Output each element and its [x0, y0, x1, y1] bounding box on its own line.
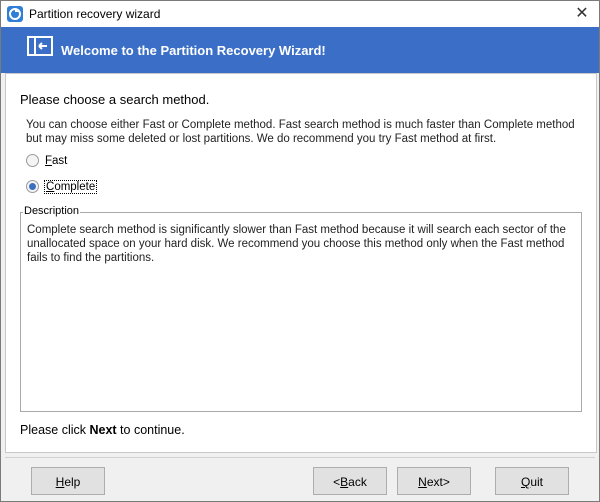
wizard-window: Partition recovery wizard ✕ Welcome to t… [0, 0, 600, 502]
separator [5, 457, 595, 458]
close-button[interactable]: ✕ [565, 1, 599, 27]
complete-option[interactable]: Complete [26, 179, 98, 194]
fast-label[interactable]: Fast [45, 155, 67, 167]
fast-option[interactable]: Fast [26, 154, 67, 167]
window-title: Partition recovery wizard [29, 7, 161, 21]
page-heading: Please choose a search method. [20, 92, 210, 107]
help-button[interactable]: Help [31, 467, 105, 495]
back-button[interactable]: <Back [313, 467, 387, 495]
complete-radio[interactable] [26, 180, 39, 193]
description-box: Description Complete search method is si… [20, 205, 582, 412]
content-panel: Please choose a search method. You can c… [5, 73, 597, 453]
partition-icon [27, 36, 53, 56]
next-button[interactable]: Next> [397, 467, 471, 495]
app-icon [7, 6, 23, 22]
fast-radio[interactable] [26, 154, 39, 167]
complete-label[interactable]: Complete [43, 179, 98, 194]
description-legend: Description [23, 205, 81, 217]
continue-hint: Please click Next to continue. [20, 423, 185, 437]
banner: Welcome to the Partition Recovery Wizard… [1, 27, 599, 73]
intro-text: You can choose either Fast or Complete m… [26, 119, 575, 145]
description-text: Complete search method is significantly … [27, 224, 566, 264]
title-bar: Partition recovery wizard ✕ [1, 1, 599, 27]
quit-button[interactable]: Quit [495, 467, 569, 495]
banner-title: Welcome to the Partition Recovery Wizard… [61, 43, 326, 58]
